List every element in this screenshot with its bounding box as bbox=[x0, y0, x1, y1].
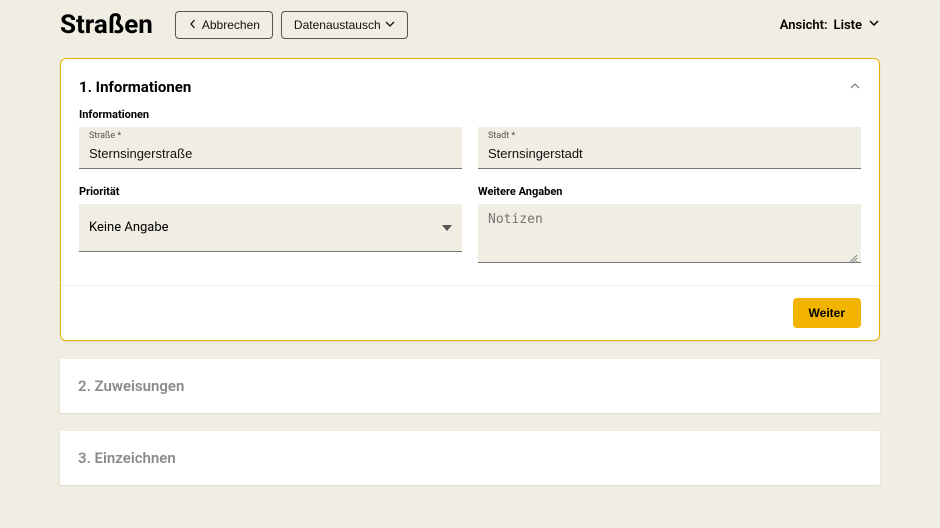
step-1-footer: Weiter bbox=[61, 285, 879, 340]
cancel-button[interactable]: Abbrechen bbox=[175, 11, 273, 39]
more-info-label: Weitere Angaben bbox=[478, 185, 861, 198]
step-3-header[interactable]: 3. Einzeichnen bbox=[60, 431, 880, 485]
street-field[interactable]: Straße * bbox=[79, 127, 462, 169]
page-header: Straßen Abbrechen Datenaustausch Ansicht… bbox=[60, 0, 880, 58]
data-exchange-button[interactable]: Datenaustausch bbox=[281, 11, 408, 39]
view-label-prefix: Ansicht: bbox=[780, 18, 828, 33]
next-button-label: Weiter bbox=[809, 306, 845, 320]
street-input[interactable] bbox=[89, 146, 452, 161]
step-2-card[interactable]: 2. Zuweisungen bbox=[60, 359, 880, 413]
priority-label: Priorität bbox=[79, 185, 462, 198]
data-exchange-label: Datenaustausch bbox=[294, 18, 381, 32]
step-1-title: 1. Informationen bbox=[79, 78, 191, 96]
cancel-button-label: Abbrechen bbox=[202, 18, 260, 32]
collapse-icon bbox=[849, 77, 861, 96]
next-button[interactable]: Weiter bbox=[793, 298, 861, 328]
chevron-left-icon bbox=[188, 18, 198, 32]
section-label-informationen: Informationen bbox=[61, 104, 879, 127]
chevron-down-icon bbox=[385, 18, 395, 32]
dropdown-arrow-icon bbox=[442, 218, 452, 237]
priority-value: Keine Angabe bbox=[89, 220, 169, 235]
notes-field[interactable] bbox=[478, 204, 861, 263]
city-field[interactable]: Stadt * bbox=[478, 127, 861, 169]
city-label: Stadt * bbox=[488, 131, 851, 141]
city-input[interactable] bbox=[488, 146, 851, 161]
notes-textarea[interactable] bbox=[488, 212, 851, 250]
view-toggle[interactable]: Ansicht: Liste bbox=[780, 17, 880, 33]
step-2-header[interactable]: 2. Zuweisungen bbox=[60, 359, 880, 413]
view-value: Liste bbox=[834, 18, 862, 33]
resize-grip-icon[interactable] bbox=[848, 249, 858, 259]
step-2-title: 2. Zuweisungen bbox=[78, 377, 184, 395]
step-1-card: 1. Informationen Informationen Straße * … bbox=[60, 58, 880, 341]
step-1-header[interactable]: 1. Informationen bbox=[61, 59, 879, 104]
chevron-down-icon bbox=[868, 17, 880, 33]
page-title: Straßen bbox=[60, 10, 153, 40]
step-3-title: 3. Einzeichnen bbox=[78, 449, 176, 467]
street-label: Straße * bbox=[89, 131, 452, 141]
priority-select[interactable]: Keine Angabe bbox=[79, 204, 462, 252]
step-3-card[interactable]: 3. Einzeichnen bbox=[60, 431, 880, 485]
